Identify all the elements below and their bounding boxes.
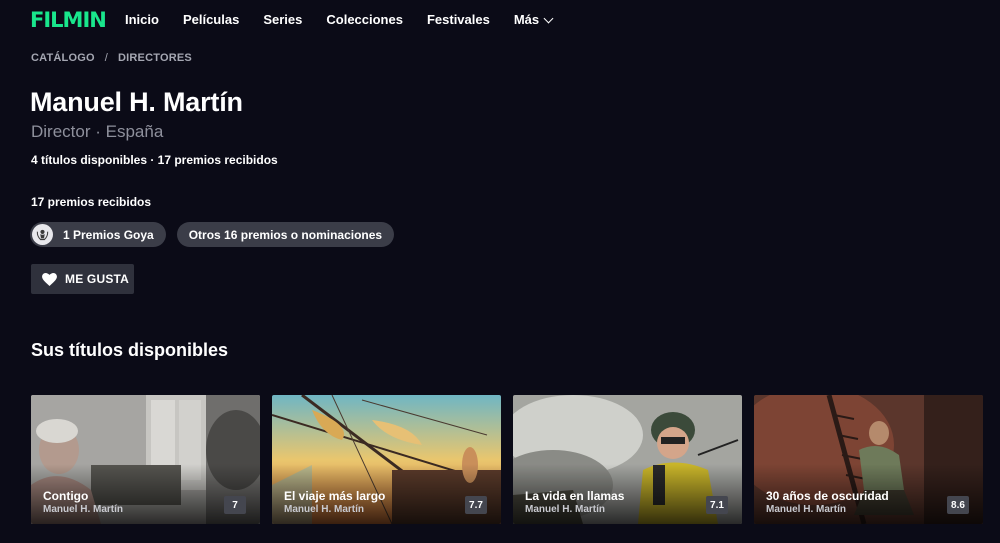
award-chip-others[interactable]: Otros 16 premios o nominaciones [176,222,395,247]
nav-item-series[interactable]: Series [263,11,302,29]
title-card[interactable]: El viaje más largo Manuel H. Martín 7.7 [272,395,501,524]
nav-item-colecciones[interactable]: Colecciones [326,11,403,29]
main-nav: Inicio Películas Series Colecciones Fest… [125,11,576,29]
rating-badge: 8.6 [947,496,969,514]
chevron-down-icon [543,13,554,23]
card-director: Manuel H. Martín [43,504,124,515]
nav-item-label: Películas [182,12,240,27]
award-chip-label: 1 Premios Goya [63,227,154,242]
card-director: Manuel H. Martín [284,504,365,515]
rating-badge: 7 [224,496,246,514]
breadcrumb-catalogo[interactable]: CATÁLOGO [31,51,95,65]
titles-carousel: Contigo Manuel H. Martín 7 El viaje más … [31,395,983,524]
filmin-logo[interactable]: FILMIN [30,8,107,32]
goya-award-icon [32,224,53,245]
nav-item-label: Series [263,12,303,27]
person-stats: 4 títulos disponibles · 17 premios recib… [31,153,278,167]
nav-item-label: Colecciones [326,12,403,27]
breadcrumb-separator: / [104,52,108,64]
card-title: El viaje más largo [284,489,386,503]
titles-section-heading: Sus títulos disponibles [31,340,229,360]
card-director: Manuel H. Martín [525,504,606,515]
like-button-label: ME GUSTA [65,272,130,286]
person-subtitle: Director · España [31,122,164,141]
awards-chips: 1 Premios Goya Otros 16 premios o nomina… [30,222,395,247]
nav-item-label: Festivales [426,12,490,27]
page-title: Manuel H. Martín [30,87,243,117]
top-navigation-bar: FILMIN Inicio Películas Series Coleccion… [0,0,1000,40]
heart-icon [42,272,57,286]
nav-item-festivales[interactable]: Festivales [427,11,490,29]
nav-item-peliculas[interactable]: Películas [183,11,239,29]
nav-item-mas[interactable]: Más [513,11,554,29]
rating-badge: 7.1 [706,496,728,514]
breadcrumb-directores[interactable]: DIRECTORES [118,51,192,65]
card-title: 30 años de oscuridad [766,489,889,503]
nav-item-label: Más [513,12,540,27]
award-chip-goya[interactable]: 1 Premios Goya [30,222,166,247]
breadcrumb: CATÁLOGO / DIRECTORES [31,51,192,65]
nav-item-inicio[interactable]: Inicio [125,11,159,29]
title-card[interactable]: Contigo Manuel H. Martín 7 [31,395,260,524]
like-button[interactable]: ME GUSTA [31,264,134,294]
title-card[interactable]: 30 años de oscuridad Manuel H. Martín 8.… [754,395,983,524]
nav-item-label: Inicio [125,12,159,27]
award-chip-label: Otros 16 premios o nominaciones [188,227,383,242]
card-title: Contigo [43,489,89,503]
title-card[interactable]: La vida en llamas Manuel H. Martín 7.1 [513,395,742,524]
rating-badge: 7.7 [465,496,487,514]
card-title: La vida en llamas [525,489,625,503]
awards-heading: 17 premios recibidos [31,195,152,209]
card-director: Manuel H. Martín [766,504,847,515]
